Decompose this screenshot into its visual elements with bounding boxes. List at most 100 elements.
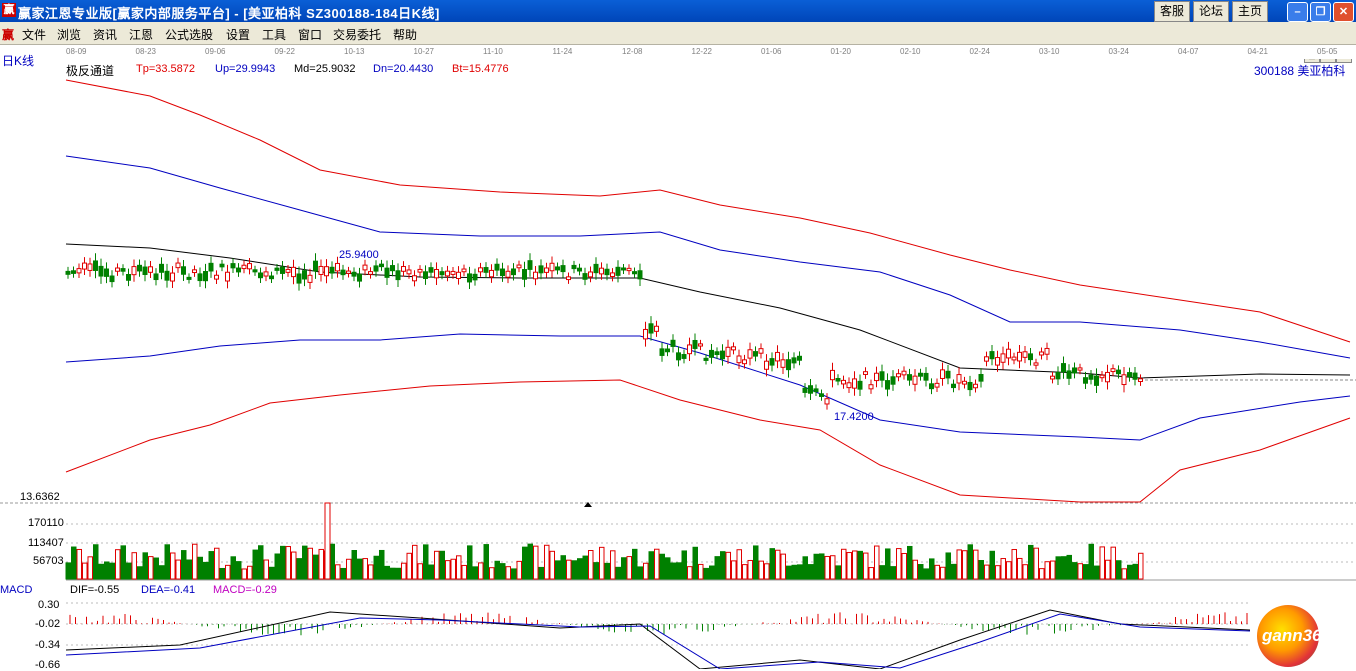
candle-body xyxy=(296,273,302,284)
volume-bar xyxy=(885,548,891,580)
candle-body xyxy=(505,270,511,278)
candle-body xyxy=(995,357,1000,366)
candle-body xyxy=(401,266,406,272)
candle-body xyxy=(940,369,945,379)
candle-body xyxy=(164,270,170,281)
volume-bar xyxy=(1088,543,1094,580)
candle-body xyxy=(907,374,912,381)
candle-body xyxy=(329,266,335,274)
candle-body xyxy=(1061,363,1066,373)
volume-bar xyxy=(549,550,555,580)
volume-bar xyxy=(439,550,445,580)
volume-bar xyxy=(1028,544,1034,580)
macd-name: MACD xyxy=(0,584,33,596)
volume-bar xyxy=(654,548,660,580)
volume-bar xyxy=(720,551,726,580)
candle-body xyxy=(219,263,225,268)
candle-body xyxy=(1000,353,1006,363)
volume-bar xyxy=(1000,558,1006,580)
dea-line xyxy=(65,613,1251,669)
volume-bar xyxy=(285,546,291,580)
volume-bar xyxy=(296,558,302,580)
volume-bar xyxy=(258,545,264,580)
candle-body xyxy=(665,348,670,353)
volume-bar xyxy=(1127,564,1133,580)
volume-bar xyxy=(373,555,379,580)
volume-bar xyxy=(126,562,132,580)
candle-body xyxy=(428,267,434,273)
candle-body xyxy=(863,371,868,375)
volume-bar xyxy=(252,549,258,580)
volume-bar xyxy=(1083,564,1089,580)
volume-bar xyxy=(494,560,500,580)
candle-body xyxy=(76,268,82,274)
volume-bar xyxy=(318,548,324,580)
volume-bar xyxy=(813,553,819,580)
candle-body xyxy=(87,263,93,271)
volume-bar xyxy=(1033,547,1039,580)
volume-bar xyxy=(901,552,907,580)
md-value: Md=25.9032 xyxy=(294,63,356,75)
candle-body xyxy=(604,268,610,276)
volume-bar xyxy=(665,557,671,580)
volume-bar xyxy=(280,545,286,580)
volume-bar xyxy=(516,560,522,580)
candle-body xyxy=(1044,347,1050,355)
volume-bar xyxy=(1121,568,1127,580)
volume-bar xyxy=(450,558,456,580)
volume-bar xyxy=(835,565,841,580)
candle-body xyxy=(456,271,461,280)
candle-body xyxy=(1127,372,1132,378)
volume-bar xyxy=(714,556,720,580)
candle-body xyxy=(890,376,896,385)
volume-bar xyxy=(181,550,187,580)
candle-body xyxy=(692,339,698,349)
volume-bar xyxy=(934,564,940,580)
candle-body xyxy=(1138,378,1143,383)
candle-body xyxy=(472,273,478,281)
volume-bar xyxy=(357,558,363,580)
volume-bar xyxy=(824,555,830,580)
volume-bar xyxy=(560,555,566,580)
macd-tick-1: 0.30 xyxy=(38,599,60,611)
candle-body xyxy=(1017,351,1022,362)
candle-body xyxy=(186,276,192,280)
volume-bar xyxy=(120,545,126,580)
volume-bar xyxy=(423,544,429,580)
candle-body xyxy=(588,271,593,278)
candle-body xyxy=(615,266,621,276)
candle-body xyxy=(225,271,230,282)
candle-body xyxy=(764,360,769,370)
candle-body xyxy=(98,265,104,277)
volume-bar xyxy=(538,566,544,580)
volume-bar xyxy=(489,567,495,580)
volume-bar xyxy=(346,558,352,580)
volume-bar xyxy=(461,564,467,580)
candle-body xyxy=(335,262,340,272)
candle-body xyxy=(599,267,604,275)
volume-bar xyxy=(808,564,814,580)
volume-bar xyxy=(368,564,374,580)
volume-bar xyxy=(115,549,121,580)
candle-body xyxy=(731,346,736,351)
macd-tick-3: -0.34 xyxy=(35,639,61,651)
macd-tick-4: -0.66 xyxy=(35,659,61,671)
kline-chart[interactable] xyxy=(0,0,1356,669)
volume-bar xyxy=(208,551,214,580)
volume-bar xyxy=(236,561,242,580)
volume-bar xyxy=(434,550,440,580)
macd-value: MACD=-0.29 xyxy=(213,584,277,596)
candle-body xyxy=(120,268,126,272)
volume-bar xyxy=(852,550,858,580)
volume-bar xyxy=(621,557,627,580)
volume-bar xyxy=(830,555,836,580)
volume-bar xyxy=(769,548,775,580)
volume-bar xyxy=(401,562,407,580)
candle-body xyxy=(527,260,533,270)
candle-body xyxy=(142,266,148,275)
candle-body xyxy=(621,267,626,271)
candle-body xyxy=(1022,351,1028,358)
candle-body xyxy=(1050,375,1055,380)
volume-bar xyxy=(604,562,610,580)
candle-body xyxy=(753,351,758,357)
